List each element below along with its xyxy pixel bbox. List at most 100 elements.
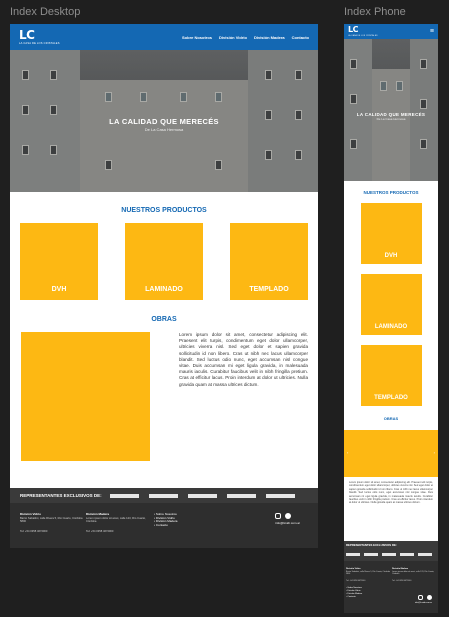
phone-footer-vidrio-address: Barrio Sabattini, calle Rivera 5, Río Cu… xyxy=(346,570,390,576)
phone-product-card-laminado[interactable]: LAMINADO xyxy=(360,274,422,335)
products-title: NUESTROS PRODUCTOS xyxy=(121,207,207,214)
phone-footer-madera-address: Lorem ipsum dolor sit amet, calle 123, R… xyxy=(392,570,435,576)
obras-section: OBRAS Lorem ipsum dolor sit amet, consec… xyxy=(10,316,318,461)
footer-madera: División Madera Lorem ipsum dolor sit am… xyxy=(86,512,154,548)
phone-hero-banner: LA CALIDAD QUE MERECÉS De La Casa Hermos… xyxy=(344,39,438,181)
navbar: LC LA CASA DE LOS CRISTALES Sobre Nosotr… xyxy=(10,24,318,50)
partner-logo[interactable] xyxy=(148,493,178,498)
partner-logo[interactable] xyxy=(187,493,217,498)
phone-logo-tagline: LA CASA DE LOS CRISTALES xyxy=(348,35,378,37)
hero-window xyxy=(50,105,57,115)
desktop-frame-title: Index Desktop xyxy=(10,6,81,18)
phone-logo-mark: LC xyxy=(348,25,358,34)
footer: División Vidrio Barrio Sabattini, calle … xyxy=(10,503,318,548)
product-card-laminado[interactable]: LAMINADO xyxy=(125,223,203,300)
hero-window xyxy=(380,81,387,91)
phone-footer-vidrio-phone: Tel: +54 0358 4672000 xyxy=(346,579,366,582)
partner-logo[interactable] xyxy=(346,553,360,556)
hero-window xyxy=(350,59,357,69)
phone-product-card-dvh[interactable]: DVH xyxy=(360,203,422,264)
phone-hero-subtitle: De La Casa Hermosa xyxy=(376,117,406,121)
hero-window xyxy=(22,145,29,155)
phone-frame-title: Index Phone xyxy=(344,6,406,18)
chevron-right-icon[interactable]: › xyxy=(434,450,435,455)
footer-link-contacto[interactable]: Contacto xyxy=(154,523,212,528)
partner-logo[interactable] xyxy=(109,493,139,498)
phone-logo[interactable]: LC LA CASA DE LOS CRISTALES xyxy=(348,25,378,38)
phone-navbar: LC LA CASA DE LOS CRISTALES ≡ xyxy=(344,24,438,39)
hero-window xyxy=(420,59,427,69)
phone-products-title: NUESTROS PRODUCTOS xyxy=(363,190,419,195)
logo-mark: LC xyxy=(19,28,35,42)
partner-logos xyxy=(109,493,295,498)
partner-logo[interactable] xyxy=(400,553,414,556)
product-cards: DVH LAMINADO TEMPLADO xyxy=(10,223,318,300)
facebook-icon[interactable] xyxy=(285,513,292,519)
product-card-label: DVH xyxy=(384,253,398,259)
hero-building-left xyxy=(344,39,372,181)
hero-window xyxy=(265,150,272,160)
facebook-icon[interactable] xyxy=(427,595,432,600)
partner-logo[interactable] xyxy=(364,553,378,556)
phone-product-cards: DVH LAMINADO TEMPLADO xyxy=(344,203,438,406)
phone-products-section: NUESTROS PRODUCTOS DVH LAMINADO TEMPLADO xyxy=(344,190,438,406)
phone-representantes-label: REPRESENTANTES EXCLUSIVOS DE: xyxy=(346,543,397,547)
footer-email[interactable]: info@lcvidr.com.ar xyxy=(275,521,300,525)
product-card-label: LAMINADO xyxy=(145,286,183,293)
hamburger-icon[interactable]: ≡ xyxy=(430,28,434,35)
partner-logo[interactable] xyxy=(226,493,256,498)
nav-division-madera[interactable]: División Madera xyxy=(254,35,285,40)
hero-window xyxy=(350,139,357,149)
obras-title: OBRAS xyxy=(151,316,177,323)
product-card-dvh[interactable]: DVH xyxy=(20,223,98,300)
footer-vidrio-address: Barrio Sabattini, calle Rivera 5, Río Cu… xyxy=(20,516,83,524)
nav-sobre-nosotros[interactable]: Sobre Nosotros xyxy=(182,35,212,40)
obras-content: Lorem ipsum dolor sit amet, consectetur … xyxy=(10,332,318,461)
products-section: NUESTROS PRODUCTOS DVH LAMINADO TEMPLADO xyxy=(10,207,318,300)
hero-window xyxy=(140,92,147,102)
hero-window xyxy=(50,70,57,80)
nav-contacto[interactable]: Contacto xyxy=(292,35,309,40)
hero-window xyxy=(50,145,57,155)
phone-footer: División Vidrio Barrio Sabattini, calle … xyxy=(344,561,438,613)
hero-building-center xyxy=(372,69,410,181)
partner-logo[interactable] xyxy=(265,493,295,498)
hero-window xyxy=(215,160,222,170)
logo-tagline: LA CASA DE LOS CRISTALES xyxy=(19,42,60,45)
hero-subtitle: De La Casa Hermosa xyxy=(144,127,184,132)
phone-obras-text: Lorem ipsum dolor sit amet, consectetur … xyxy=(349,481,433,505)
hero-window xyxy=(295,70,302,80)
phone-obras-title: OBRAS xyxy=(383,416,399,421)
phone-footer-vidrio: División Vidrio Barrio Sabattini, calle … xyxy=(346,568,390,582)
social-icons xyxy=(275,513,292,519)
hero-window xyxy=(295,150,302,160)
desktop-frame: LC LA CASA DE LOS CRISTALES Sobre Nosotr… xyxy=(10,24,318,548)
phone-footer-columns: División Vidrio Barrio Sabattini, calle … xyxy=(346,568,436,582)
partner-logo[interactable] xyxy=(418,553,432,556)
footer-vidrio-phone: Tel: +54 0358 4672000 xyxy=(20,529,48,533)
chevron-left-icon[interactable]: ‹ xyxy=(347,450,348,455)
instagram-icon[interactable] xyxy=(418,595,423,600)
footer-madera-phone: Tel: +54 0358 4672000 xyxy=(86,529,114,533)
partner-logo[interactable] xyxy=(382,553,396,556)
hero-banner: LA CALIDAD QUE MERECÉS De La Casa Hermos… xyxy=(10,50,318,192)
product-card-label: TEMPLADO xyxy=(249,286,289,293)
representantes-bar: REPRESENTANTES EXCLUSIVOS DE: xyxy=(10,488,318,503)
instagram-icon[interactable] xyxy=(275,513,282,519)
phone-frame: LC LA CASA DE LOS CRISTALES ≡ LA CALIDAD… xyxy=(344,24,438,613)
product-card-label: TEMPLADO xyxy=(374,395,408,401)
phone-footer-email[interactable]: info@lcvidr.com.ar xyxy=(415,602,432,604)
hero-window xyxy=(420,139,427,149)
phone-partner-logos xyxy=(346,553,436,556)
phone-obras-carousel: ‹ › xyxy=(344,430,438,477)
representantes-label: REPRESENTANTES EXCLUSIVOS DE: xyxy=(20,493,102,498)
phone-product-card-templado[interactable]: TEMPLADO xyxy=(360,345,422,406)
product-card-templado[interactable]: TEMPLADO xyxy=(230,223,308,300)
phone-footer-madera-phone: Tel: +54 0358 4672000 xyxy=(392,579,412,582)
hero-window xyxy=(265,70,272,80)
phone-representantes-bar: REPRESENTANTES EXCLUSIVOS DE: xyxy=(344,541,438,561)
logo[interactable]: LC LA CASA DE LOS CRISTALES xyxy=(19,29,60,45)
hero-text: LA CALIDAD QUE MERECÉS De La Casa Hermos… xyxy=(10,117,318,132)
nav-division-vidrio[interactable]: División Vidrio xyxy=(219,35,247,40)
product-card-label: LAMINADO xyxy=(374,324,408,330)
